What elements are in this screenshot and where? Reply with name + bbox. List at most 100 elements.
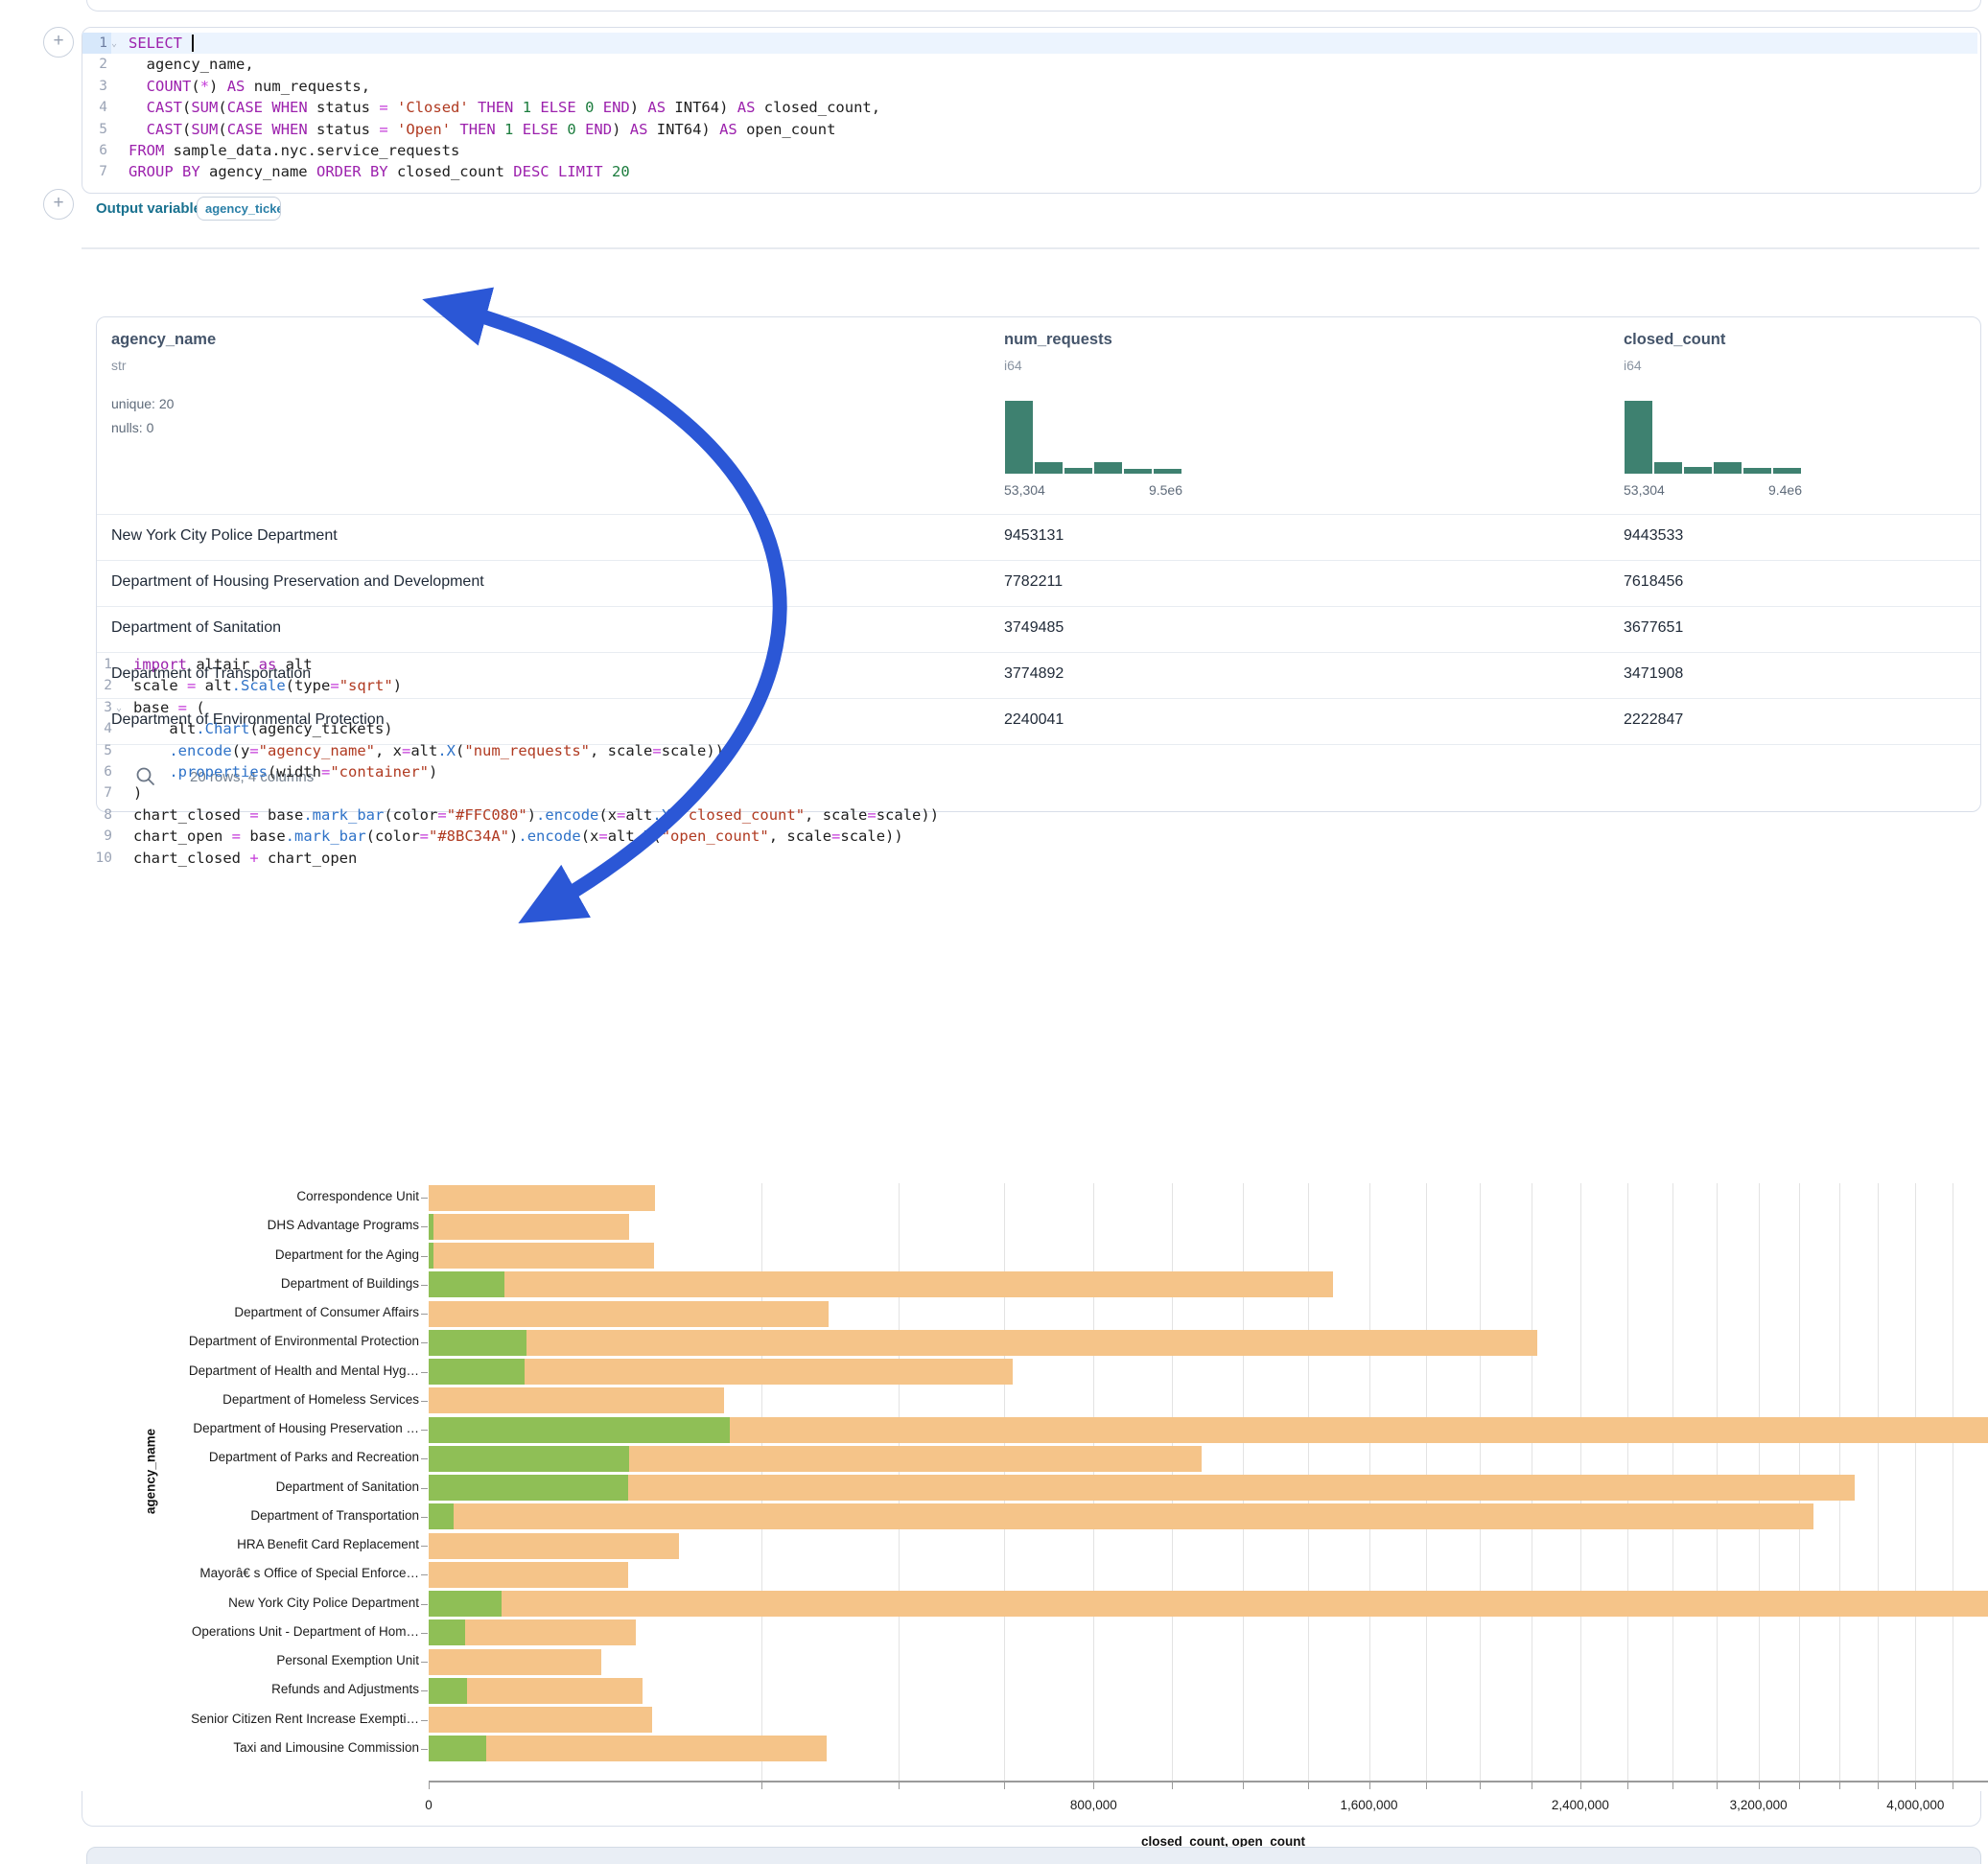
code-line[interactable]: 6 .properties(width="container") (82, 761, 1979, 782)
column-title[interactable]: closed_count (1624, 331, 1725, 349)
chart-bar-closed[interactable] (429, 1562, 628, 1588)
gridline (1878, 1183, 1879, 1781)
chart-bar-open[interactable] (429, 1503, 454, 1529)
chart-bar-open[interactable] (429, 1271, 504, 1297)
histogram-bar (1772, 467, 1802, 475)
fold-chevron-icon[interactable]: ⌄ (111, 33, 125, 54)
column-title[interactable]: num_requests (1004, 331, 1112, 349)
y-tick (421, 1198, 428, 1199)
code-line[interactable]: 5 .encode(y="agency_name", x=alt.X("num_… (82, 740, 1979, 761)
line-number: 3 (82, 76, 111, 97)
code-line[interactable]: 4 alt.Chart(agency_tickets) (82, 718, 1979, 739)
code-line[interactable]: 1import altair as alt (82, 654, 1979, 675)
chart-bar-closed[interactable] (429, 1533, 679, 1559)
value-cell: 7782211 (1004, 573, 1063, 591)
code-line[interactable]: 10chart_closed + chart_open (82, 848, 1979, 869)
code-line[interactable]: 8chart_closed = base.mark_bar(color="#FF… (82, 804, 1979, 826)
column-stat: unique: 20 (111, 396, 174, 411)
chart-bar-closed[interactable] (429, 1736, 827, 1761)
chart-bar-closed[interactable] (429, 1503, 1813, 1529)
table-row[interactable]: Department of Sanitation37494853677651 (97, 606, 1980, 653)
x-tick (1369, 1782, 1370, 1789)
table-row[interactable]: New York City Police Department945313194… (97, 514, 1980, 561)
chart-bar-open[interactable] (429, 1243, 433, 1269)
code-line[interactable]: 2 agency_name, (82, 54, 1977, 75)
histogram-bar (1123, 468, 1153, 475)
output-variable-label: Output variable: (96, 200, 206, 217)
chart-bar-open[interactable] (429, 1475, 628, 1501)
y-tick (421, 1662, 428, 1663)
table-row[interactable]: Department of Housing Preservation and D… (97, 560, 1980, 607)
sql-code-editor[interactable]: 1⌄SELECT 2 agency_name,3 COUNT(*) AS num… (82, 33, 1977, 183)
code-text: FROM sample_data.nyc.service_requests (125, 140, 1977, 161)
code-line[interactable]: 5 CAST(SUM(CASE WHEN status = 'Open' THE… (82, 119, 1977, 140)
x-tick (1627, 1782, 1628, 1789)
agency-name-cell: Department of Sanitation (111, 619, 281, 637)
python-code-editor[interactable]: 1import altair as alt2scale = alt.Scale(… (82, 654, 1979, 869)
line-number: 6 (82, 761, 116, 782)
x-axis-line (429, 1781, 1988, 1782)
chart-bar-closed[interactable] (429, 1475, 1855, 1501)
chart-bar-closed[interactable] (429, 1707, 652, 1733)
histogram-max-label: 9.4e6 (1739, 482, 1802, 498)
add-cell-button-mid[interactable]: + (43, 189, 74, 220)
x-tick (899, 1782, 900, 1789)
code-line[interactable]: 3⌄base = ( (82, 697, 1979, 718)
chart-bar-open[interactable] (429, 1417, 730, 1443)
line-number: 7 (82, 161, 111, 182)
code-line[interactable]: 9chart_open = base.mark_bar(color="#8BC3… (82, 826, 1979, 847)
line-number: 2 (82, 675, 116, 696)
line-number: 4 (82, 97, 111, 118)
code-text: agency_name, (125, 54, 1977, 75)
chart-bar-open[interactable] (429, 1591, 502, 1617)
chart-plot-area: Correspondence UnitDHS Advantage Program… (0, 1175, 1988, 1851)
code-line[interactable]: 6FROM sample_data.nyc.service_requests (82, 140, 1977, 161)
y-axis-label: Department of Buildings (146, 1276, 419, 1291)
value-cell: 9443533 (1624, 527, 1683, 545)
previous-cell-edge (86, 0, 1981, 12)
fold-spacer (111, 140, 125, 161)
code-line[interactable]: 3 COUNT(*) AS num_requests, (82, 76, 1977, 97)
chart-bar-closed[interactable] (429, 1214, 629, 1240)
x-tick (1172, 1782, 1173, 1789)
chart-bar-open[interactable] (429, 1619, 465, 1645)
chart-bar-open[interactable] (429, 1446, 629, 1472)
output-variable-pill[interactable]: agency_tickets (197, 197, 281, 221)
code-line[interactable]: 7GROUP BY agency_name ORDER BY closed_co… (82, 161, 1977, 182)
fold-chevron-icon[interactable]: ⌄ (116, 697, 129, 718)
code-line[interactable]: 2scale = alt.Scale(type="sqrt") (82, 675, 1979, 696)
code-text: .encode(y="agency_name", x=alt.X("num_re… (129, 740, 1979, 761)
chart-bar-open[interactable] (429, 1214, 433, 1240)
x-tick (429, 1782, 430, 1789)
chart-bar-closed[interactable] (429, 1185, 655, 1211)
code-line[interactable]: 1⌄SELECT (82, 33, 1977, 54)
chart-bar-closed[interactable] (429, 1649, 601, 1675)
add-cell-button-top[interactable]: + (43, 27, 74, 58)
y-tick (421, 1720, 428, 1721)
fold-spacer (111, 119, 125, 140)
code-line[interactable]: 7) (82, 782, 1979, 804)
histogram-min-label: 53,304 (1624, 482, 1665, 498)
line-number: 5 (82, 740, 116, 761)
chart-bar-open[interactable] (429, 1359, 525, 1385)
chart-bar-open[interactable] (429, 1736, 486, 1761)
x-tick (1915, 1782, 1916, 1789)
chart-bar-closed[interactable] (429, 1591, 1988, 1617)
line-number: 4 (82, 718, 116, 739)
column-title[interactable]: agency_name (111, 331, 216, 349)
line-number: 7 (82, 782, 116, 804)
chart-bar-closed[interactable] (429, 1271, 1333, 1297)
chart-bar-closed[interactable] (429, 1243, 654, 1269)
chart-bar-closed[interactable] (429, 1301, 829, 1327)
x-tick (761, 1782, 762, 1789)
chart-bar-open[interactable] (429, 1678, 467, 1704)
y-tick (421, 1546, 428, 1547)
x-tick (1878, 1782, 1879, 1789)
code-line[interactable]: 4 CAST(SUM(CASE WHEN status = 'Closed' T… (82, 97, 1977, 118)
chart-bar-closed[interactable] (429, 1387, 724, 1413)
y-axis-label: Department of Housing Preservation … (146, 1421, 419, 1435)
chart-bar-closed[interactable] (429, 1330, 1537, 1356)
chart-bar-open[interactable] (429, 1330, 526, 1356)
line-number: 9 (82, 826, 116, 847)
code-text: SELECT (125, 33, 1977, 54)
